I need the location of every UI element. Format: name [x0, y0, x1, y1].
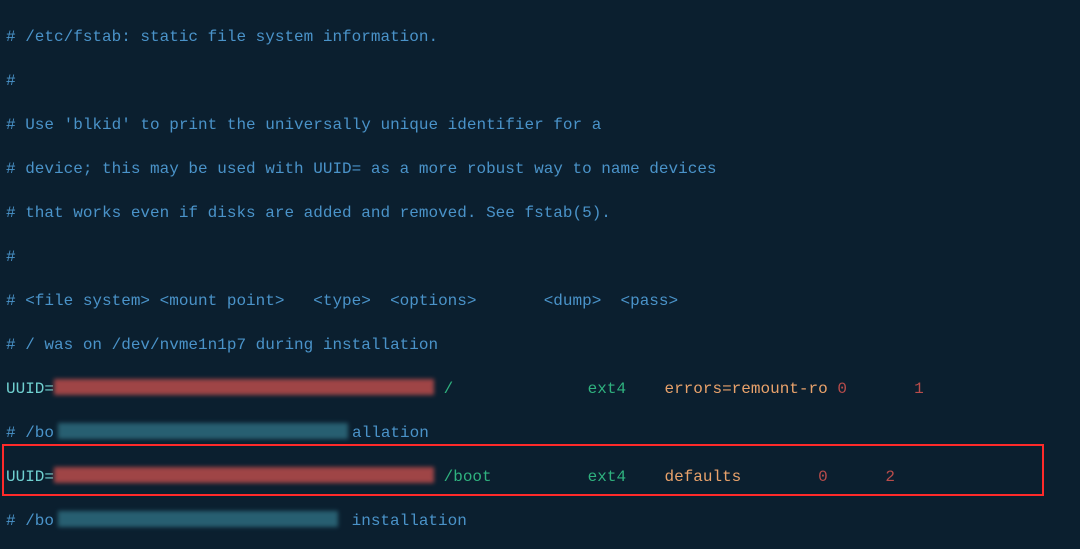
fstab-entry-boot: UUID= /boot ext4 defaults 0 2 [6, 466, 1074, 488]
pass: 2 [885, 468, 895, 486]
dump: 0 [837, 380, 847, 398]
fstab-comment: # device; this may be used with UUID= as… [6, 158, 1074, 180]
redacted-uuid [54, 467, 434, 483]
redacted-uuid [54, 379, 434, 395]
fs-options: errors=remount-ro [664, 380, 827, 398]
redacted-text [58, 511, 338, 527]
uuid-label: UUID= [6, 380, 54, 398]
redacted-text [58, 423, 348, 439]
fstab-comment: # [6, 70, 1074, 92]
fstab-comment: # /bo installation [6, 510, 1074, 532]
mount-point: /boot [444, 468, 492, 486]
uuid-label: UUID= [6, 468, 54, 486]
fs-options: defaults [664, 468, 741, 486]
fstab-entry-root: UUID= / ext4 errors=remount-ro 0 1 [6, 378, 1074, 400]
fstab-comment: # /boallation [6, 422, 1074, 444]
fstab-comment: # / was on /dev/nvme1n1p7 during install… [6, 334, 1074, 356]
fs-type: ext4 [588, 468, 626, 486]
pass: 1 [914, 380, 924, 398]
fstab-comment: # Use 'blkid' to print the universally u… [6, 114, 1074, 136]
dump: 0 [818, 468, 828, 486]
fstab-comment: # [6, 246, 1074, 268]
terminal-editor[interactable]: # /etc/fstab: static file system informa… [0, 0, 1080, 549]
fstab-comment: # that works even if disks are added and… [6, 202, 1074, 224]
fstab-header-columns: # <file system> <mount point> <type> <op… [6, 290, 1074, 312]
fstab-comment: # /etc/fstab: static file system informa… [6, 26, 1074, 48]
mount-point: / [444, 380, 454, 398]
fs-type: ext4 [588, 380, 626, 398]
